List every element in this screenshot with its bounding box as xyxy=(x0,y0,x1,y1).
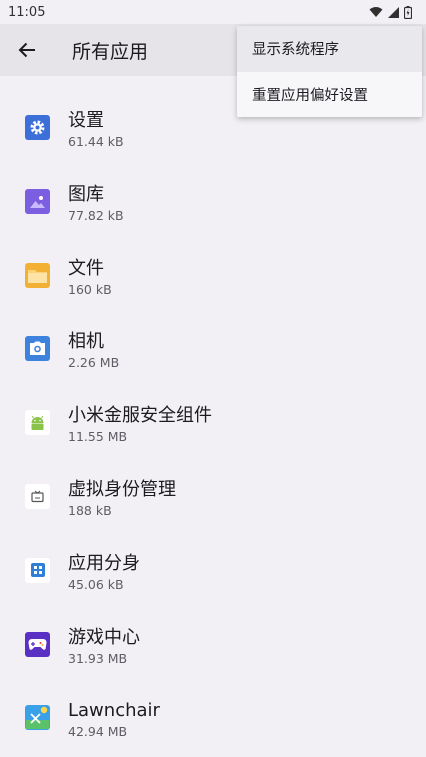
status-time: 11:05 xyxy=(8,4,46,20)
overflow-menu: 显示系统程序 重置应用偏好设置 xyxy=(237,26,422,117)
battery-icon xyxy=(404,5,412,19)
wifi-icon xyxy=(369,7,383,17)
app-name: 设置 xyxy=(68,110,104,131)
app-name: 图库 xyxy=(68,183,104,205)
tv-icon xyxy=(25,483,50,509)
app-item-virtual-identity[interactable]: 虚拟身份管理 188 kB xyxy=(0,462,426,536)
app-name: 相机 xyxy=(68,331,104,353)
app-size: 160 kB xyxy=(68,281,112,297)
app-item-gallery[interactable]: 图库 77.82 kB xyxy=(0,167,426,241)
folder-icon xyxy=(25,262,50,288)
app-name: 游戏中心 xyxy=(68,626,140,648)
status-bar: 11:05 xyxy=(0,0,426,24)
back-button[interactable] xyxy=(12,35,42,65)
camera-icon xyxy=(25,336,50,362)
app-size: 77.82 kB xyxy=(68,207,124,223)
app-name: 应用分身 xyxy=(68,552,140,574)
app-name: 文件 xyxy=(68,257,104,279)
app-item-xiaomi-finance-security[interactable]: 小米金服安全组件 11.55 MB xyxy=(0,388,426,462)
back-arrow-icon xyxy=(18,42,35,58)
lawnchair-icon xyxy=(25,705,50,731)
app-size: 11.55 MB xyxy=(68,429,128,445)
app-size: 61.44 kB xyxy=(68,134,124,149)
android-icon xyxy=(25,410,50,436)
menu-item-show-system-apps[interactable]: 显示系统程序 xyxy=(237,26,422,72)
app-name: Lawnchair xyxy=(68,700,160,722)
app-size: 31.93 MB xyxy=(68,650,128,666)
settings-icon xyxy=(25,115,50,140)
page-title: 所有应用 xyxy=(72,40,149,63)
app-size: 45.06 kB xyxy=(68,576,124,592)
cell-signal-icon xyxy=(388,6,399,18)
app-size: 2.26 MB xyxy=(68,355,120,371)
app-clone-icon xyxy=(25,557,50,583)
app-size: 42.94 MB xyxy=(68,724,128,740)
app-name: 小米金服安全组件 xyxy=(68,405,212,427)
status-icons xyxy=(369,5,412,19)
app-item-lawnchair[interactable]: Lawnchair 42.94 MB xyxy=(0,683,426,757)
gamepad-icon xyxy=(25,631,50,657)
app-item-game-center[interactable]: 游戏中心 31.93 MB xyxy=(0,610,426,684)
app-size: 188 kB xyxy=(68,502,112,518)
app-item-files[interactable]: 文件 160 kB xyxy=(0,241,426,315)
app-name: 虚拟身份管理 xyxy=(68,478,176,500)
app-list: 设置 61.44 kB 图库 77.82 kB 文件 160 kB 相机 2.2… xyxy=(0,93,426,757)
app-item-camera[interactable]: 相机 2.26 MB xyxy=(0,314,426,388)
app-item-app-clone[interactable]: 应用分身 45.06 kB xyxy=(0,536,426,610)
gallery-icon xyxy=(25,188,50,214)
menu-item-reset-app-preferences[interactable]: 重置应用偏好设置 xyxy=(237,72,422,118)
